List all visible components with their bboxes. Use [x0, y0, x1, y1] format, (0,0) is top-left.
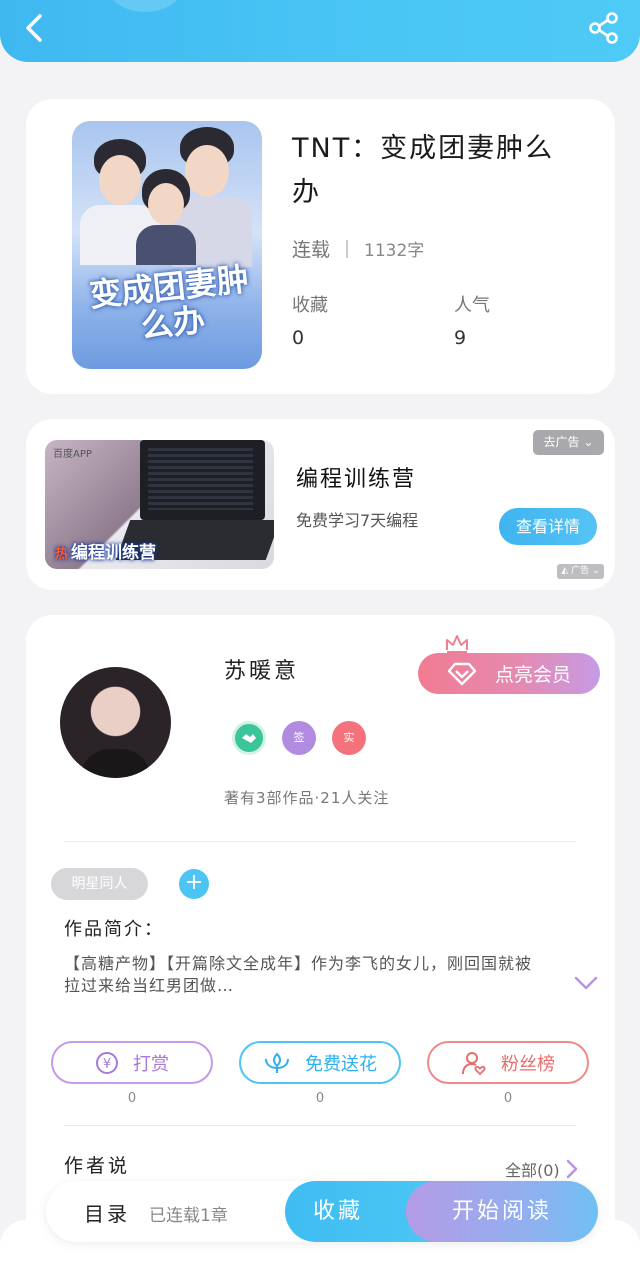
svg-text:¥: ¥	[103, 1057, 111, 1072]
author-card: 苏暖意 点亮会员 签 实 著有3部作品·21人关注 明星同人 + 作品简介： 【…	[26, 615, 615, 1261]
ad-banner: 热编程训练营	[55, 538, 156, 563]
send-flower-button[interactable]: 免费送花	[239, 1041, 401, 1084]
author-avatar[interactable]	[60, 667, 171, 778]
ad-logo-icon: ◭	[561, 566, 569, 576]
chevron-down-icon: ⌄	[592, 566, 600, 576]
vip-button-label: 点亮会员	[494, 664, 571, 686]
ad-card[interactable]: 百度APP 热编程训练营 编程训练营 免费学习7天编程 查看详情 去广告 ⌄ ◭…	[26, 419, 615, 590]
handshake-badge-icon[interactable]	[232, 721, 266, 755]
ad-description: 免费学习7天编程	[296, 511, 419, 530]
reward-button[interactable]: ¥ 打赏	[51, 1041, 213, 1084]
book-title: TNT：变成团妻肿么办	[292, 133, 555, 208]
diamond-icon	[447, 662, 477, 685]
laptop-illustration	[140, 440, 265, 520]
flower-icon	[265, 1052, 289, 1073]
intro-label: 作品简介：	[64, 919, 164, 940]
chevron-down-icon: ⌄	[583, 435, 594, 449]
remove-ad-label: 去广告	[543, 435, 580, 449]
verified-badge[interactable]: 实	[332, 721, 366, 755]
cover-figure-body	[136, 225, 196, 265]
reward-label: 打赏	[133, 1053, 169, 1075]
intro-text: 【高糖产物】【开篇除文全成年】作为李飞的女儿，刚回国就被拉过来给当红男团做…	[64, 954, 533, 995]
header-decoration	[105, 0, 185, 12]
favorites-stat: 收藏 0	[292, 291, 328, 349]
cover-title-art: 变成团妻肿么办	[87, 259, 251, 346]
fan-count: 0	[503, 1091, 513, 1106]
fan-ranking-label: 粉丝榜	[501, 1053, 555, 1075]
author-stats: 著有3部作品·21人关注	[224, 789, 390, 807]
chevron-right-icon	[566, 1159, 577, 1179]
chevron-down-icon[interactable]	[574, 975, 598, 991]
code-screen	[148, 448, 253, 510]
ad-title: 编程训练营	[296, 467, 417, 492]
crown-icon	[446, 635, 468, 653]
cover-figure-face	[99, 155, 141, 205]
word-count: 1132字	[364, 241, 425, 261]
cover-figure-face	[148, 183, 184, 225]
ad-tag: ◭ 广告 ⌄	[557, 564, 604, 579]
popularity-value: 9	[454, 327, 467, 349]
yuan-coin-icon: ¥	[96, 1051, 118, 1074]
book-cover[interactable]: 变成团妻肿么办	[72, 121, 262, 369]
remove-ad-button[interactable]: 去广告 ⌄	[533, 430, 604, 455]
bottom-action-bar: 目录 已连载1章 收藏 开始阅读	[46, 1181, 598, 1242]
popularity-label: 人气	[454, 295, 490, 316]
favorites-label: 收藏	[292, 295, 328, 316]
flower-count: 0	[315, 1091, 325, 1106]
ad-details-button[interactable]: 查看详情	[499, 508, 597, 545]
book-info-card: 变成团妻肿么办 TNT：变成团妻肿么办 连载 1132字 收藏 0 人气 9	[26, 99, 615, 394]
avatar-figure	[80, 749, 151, 778]
ad-banner-text: 编程训练营	[71, 543, 157, 563]
genre-tag[interactable]: 明星同人	[51, 868, 148, 900]
plus-icon: +	[184, 870, 204, 895]
author-says-label: 作者说	[64, 1155, 131, 1177]
divider	[64, 841, 576, 842]
author-says-all-label: 全部(0)	[505, 1161, 560, 1180]
table-of-contents-button[interactable]: 目录	[84, 1198, 130, 1227]
share-button[interactable]	[586, 10, 622, 46]
book-status: 连载	[292, 239, 331, 261]
add-tag-button[interactable]: +	[179, 869, 209, 899]
reward-count: 0	[127, 1091, 137, 1106]
author-says-all-link[interactable]: 全部(0)	[505, 1157, 578, 1181]
book-meta: 连载 1132字	[292, 235, 424, 262]
cover-figure-face	[185, 145, 229, 197]
handshake-icon	[242, 734, 256, 743]
author-name[interactable]: 苏暖意	[224, 653, 299, 685]
vip-button[interactable]: 点亮会员	[418, 653, 600, 694]
fan-ranking-button[interactable]: 粉丝榜	[427, 1041, 589, 1084]
popularity-stat: 人气 9	[454, 291, 490, 349]
start-reading-button[interactable]: 开始阅读	[406, 1181, 598, 1242]
chevron-left-icon	[26, 14, 42, 42]
signed-badge[interactable]: 签	[282, 721, 316, 755]
ad-tag-label: 广告	[571, 566, 590, 576]
ad-brand: 百度APP	[53, 449, 92, 460]
back-button[interactable]	[18, 10, 54, 46]
author-badges: 签 实	[232, 721, 382, 755]
chapter-count: 已连载1章	[149, 1206, 228, 1226]
divider	[64, 1125, 576, 1126]
share-icon	[589, 12, 618, 44]
ad-image[interactable]: 百度APP 热编程训练营	[45, 440, 274, 569]
top-bar	[0, 0, 640, 62]
favorites-value: 0	[292, 327, 305, 349]
meta-divider	[346, 239, 349, 258]
send-flower-label: 免费送花	[305, 1053, 377, 1075]
hot-icon: 热	[55, 547, 69, 562]
user-heart-icon	[462, 1051, 486, 1075]
